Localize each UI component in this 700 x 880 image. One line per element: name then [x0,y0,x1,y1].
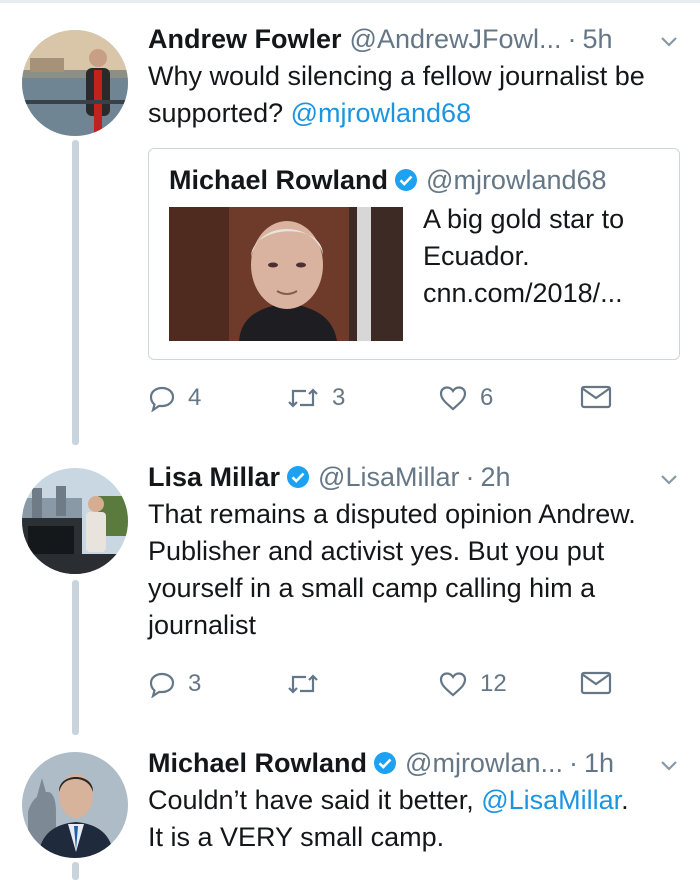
retweet-icon [288,388,318,408]
tweet-text-line: It is a VERY small camp. [148,822,445,852]
top-divider [0,0,700,3]
tweet-header: Michael Rowland @mjrowlan... · 1h [148,746,680,780]
retweet-count: 3 [332,384,346,411]
retweet-button[interactable] [286,670,332,698]
chevron-down-icon[interactable] [658,754,680,776]
reply-icon [149,672,175,698]
reply-button[interactable]: 4 [148,384,201,412]
author-name[interactable]: Lisa Millar [148,460,280,494]
tweet-text-line: Couldn’t have said it better, @LisaMilla… [148,782,680,819]
reply-count: 3 [188,670,202,697]
chevron-down-icon[interactable] [658,468,680,490]
verified-badge-icon [287,466,310,488]
direct-message-button[interactable] [580,384,612,410]
quoted-tweet-text: A big gold star to Ecuador. cnn.com/2018… [423,201,663,312]
quoted-tweet-image[interactable] [169,207,403,341]
retweet-icon [288,674,318,694]
tweet-actions: 4 3 6 [148,384,678,420]
timestamp[interactable]: 5h [583,22,613,56]
avatar[interactable] [22,30,128,136]
like-button[interactable]: 12 [438,670,507,698]
separator-dot: · [567,24,577,54]
verified-badge-icon [395,169,418,191]
reply-button[interactable]: 3 [148,670,201,698]
tweet-text: Why would silencing a fellow journalist … [148,58,680,132]
reply-icon [149,386,175,412]
author-name[interactable]: Andrew Fowler [148,22,342,56]
author-handle[interactable]: @AndrewJFowl... [350,22,562,56]
quoted-tweet-header: Michael Rowland @mjrowland68 [169,165,607,196]
tweet-text: That remains a disputed opinion Andrew. … [148,499,636,640]
like-icon [439,672,467,697]
direct-message-icon [580,671,612,695]
tweet-text: Couldn’t have said it better, @LisaMilla… [148,782,680,856]
tweet-actions: 3 12 [148,670,678,706]
author-handle[interactable]: @mjrowlan... [405,746,563,780]
separator-dot: · [569,748,578,778]
quoted-author-name: Michael Rowland [169,165,389,195]
chevron-down-icon[interactable] [658,30,680,52]
quoted-tweet[interactable]: Michael Rowland @mjrowland68 A big gold … [148,148,680,360]
quoted-link[interactable]: cnn.com/2018/... [423,275,663,312]
like-count: 6 [480,384,494,411]
quoted-text-line: A big gold star to [423,204,625,234]
timestamp[interactable]: 2h [480,460,510,494]
like-icon [439,386,467,411]
thread-connector [72,862,79,880]
reply-count: 4 [188,384,202,411]
quoted-author-handle: @mjrowland68 [426,165,607,195]
retweet-button[interactable]: 3 [286,384,345,412]
separator-dot: · [465,462,475,492]
like-button[interactable]: 6 [438,384,493,412]
tweet-header: Andrew Fowler @AndrewJFowl... · 5h [148,22,680,56]
direct-message-button[interactable] [580,670,612,696]
author-handle[interactable]: @LisaMillar [318,460,459,494]
like-count: 12 [480,670,507,697]
author-name[interactable]: Michael Rowland [148,746,367,780]
quoted-text-line: Ecuador. [423,241,530,271]
mention-link[interactable]: @mjrowland68 [291,98,471,128]
thread-connector [72,580,79,735]
direct-message-icon [580,385,612,409]
tweet-header: Lisa Millar @LisaMillar · 2h [148,460,680,494]
avatar[interactable] [22,752,128,858]
mention-link[interactable]: @LisaMillar [481,785,621,815]
tweet-text-body: Couldn’t have said it better, [148,785,482,815]
verified-badge-icon [374,752,397,774]
tweet-text-body: . [621,785,629,815]
timestamp[interactable]: 1h [584,746,614,780]
avatar[interactable] [22,468,128,574]
thread-connector [72,140,79,445]
